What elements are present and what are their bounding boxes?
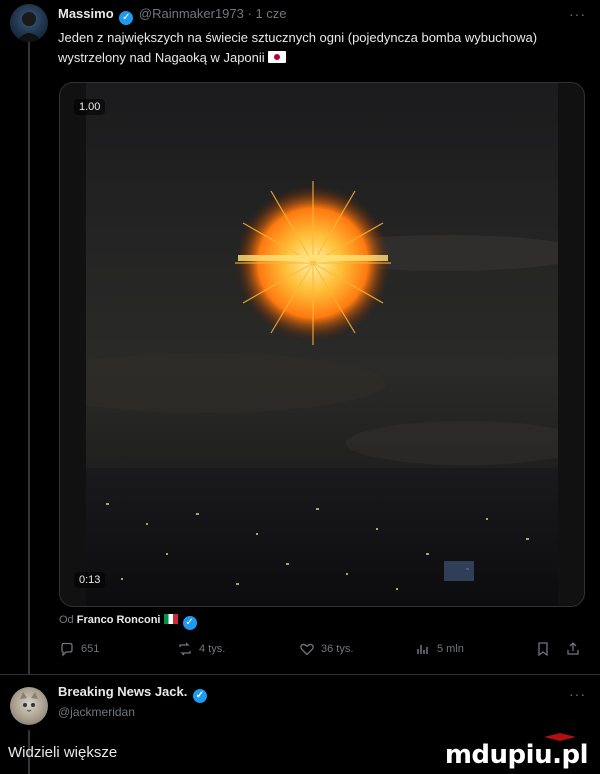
share-button[interactable] [565,641,581,657]
verified-icon: ✓ [192,689,207,703]
media-credit: Od Franco Ronconi ✓ [59,614,199,630]
post-actions: 651 4 tys. 36 tys. 5 mln [59,641,585,663]
post-time[interactable]: · 1 cze [248,6,287,21]
author-handle[interactable]: @Rainmaker1973 [139,6,244,21]
reply-button[interactable]: 651 [59,641,99,657]
more-options-icon[interactable]: ··· [569,6,586,22]
reply-author: Breaking News Jack. ✓ [58,684,209,703]
author-name[interactable]: Massimo [58,6,114,21]
credit-name[interactable]: Franco Ronconi [77,614,161,626]
divider [0,674,600,675]
post-body: Jeden z największych na świecie sztuczny… [58,30,538,65]
thread-line [28,40,30,674]
views-icon [417,645,428,654]
bookmark-button[interactable] [535,641,551,657]
reply-more-options-icon[interactable]: ··· [569,686,586,702]
fireworks-video-image [60,181,584,606]
views-count: 5 mln [437,643,464,655]
bookmark-icon [538,642,548,657]
reply-author-handle[interactable]: @jackmeridan [58,705,135,719]
italy-flag-icon [163,614,178,624]
cat-avatar-image [20,692,38,712]
reply-author-name[interactable]: Breaking News Jack. [58,684,187,699]
post-text: Jeden z największych na świecie sztuczny… [58,28,578,68]
watermark: mdupiu.pl [444,740,589,770]
repost-icon [179,642,191,656]
video-player[interactable]: 1.00 0:13 [59,82,585,607]
video-duration: 0:13 [74,572,106,588]
verified-icon: ✓ [119,11,134,25]
avatar[interactable] [10,4,48,42]
credit-prefix: Od [59,614,74,626]
share-icon [567,642,579,655]
reply-avatar[interactable] [10,687,48,725]
video-frame[interactable] [60,83,584,606]
repost-count: 4 tys. [199,643,226,655]
verified-icon: ✓ [182,616,197,630]
section-title: Widzieli większe [8,744,118,761]
post-header: Massimo ✓ @Rainmaker1973 · 1 cze [58,5,586,25]
heart-icon [300,643,314,656]
reply-count: 651 [81,643,100,655]
japan-flag-icon [268,51,287,63]
like-count: 36 tys. [321,643,354,655]
like-button[interactable]: 36 tys. [299,641,353,657]
zoom-badge: 1.00 [74,99,106,115]
avatar-image [16,12,42,42]
repost-button[interactable]: 4 tys. [177,641,225,657]
reply-icon [61,642,73,657]
views-button[interactable]: 5 mln [415,641,464,657]
